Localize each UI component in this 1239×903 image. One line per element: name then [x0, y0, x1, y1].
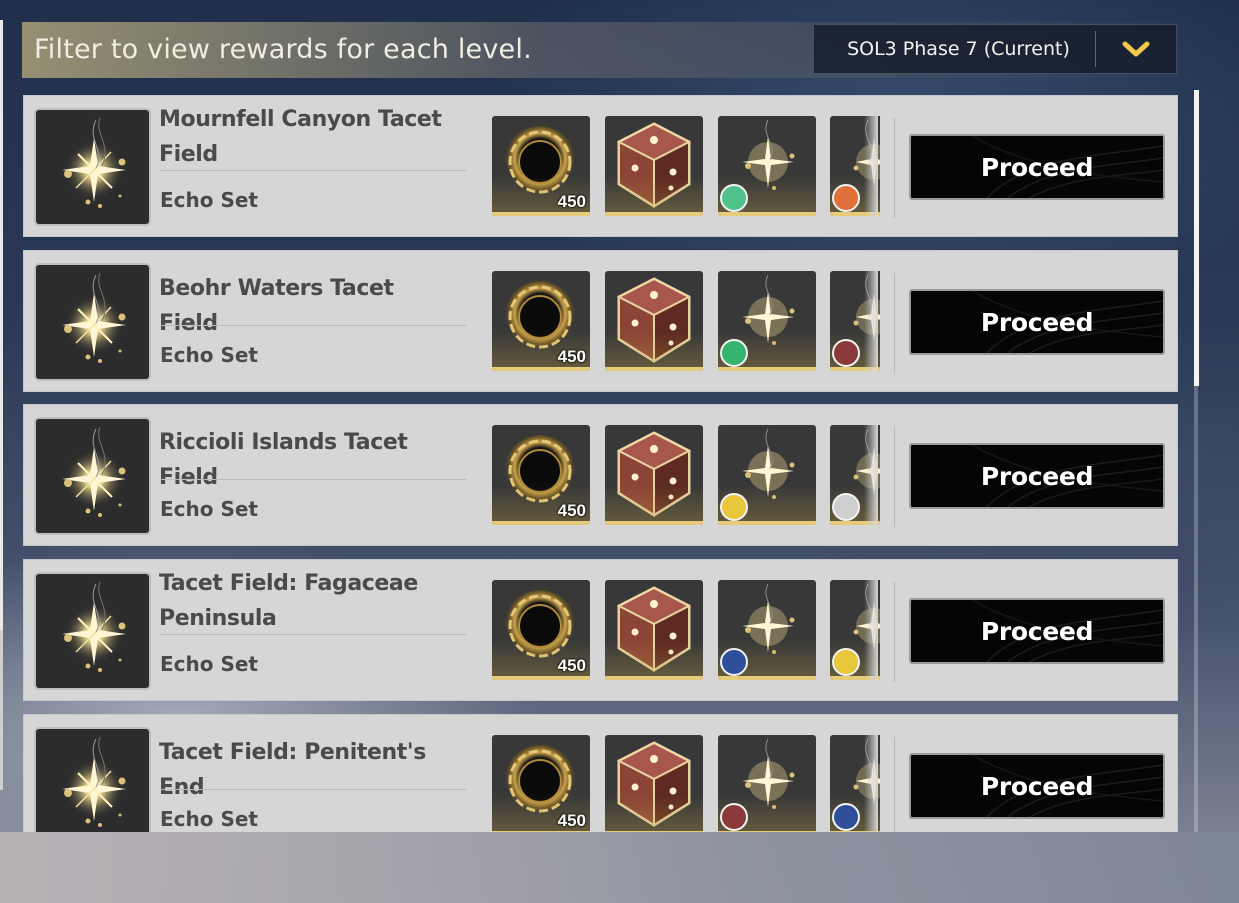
level-title: Riccioli Islands Tacet Field [159, 430, 408, 490]
proceed-button[interactable]: Proceed [909, 443, 1165, 509]
yellow-sun-badge-icon [832, 648, 860, 676]
level-divider [159, 789, 466, 790]
reward-separator [894, 273, 895, 373]
reward-glow [605, 640, 703, 680]
reward-glow [605, 331, 703, 371]
reward-glow [605, 176, 703, 216]
level-title: Mournfell Canyon Tacet Field [159, 107, 442, 167]
reward-gold-line [718, 676, 816, 680]
rewards-fade [864, 114, 878, 220]
reward-gold-line [605, 212, 703, 216]
reward-gold-line [718, 831, 816, 832]
reward-slot-echo-a[interactable] [718, 425, 816, 525]
reward-gold-line [718, 212, 816, 216]
background-haze [0, 832, 1239, 903]
reward-gold-line [492, 676, 590, 680]
reward-count: 450 [557, 347, 586, 366]
reward-count: 450 [557, 811, 586, 830]
reward-slot-echo-a[interactable] [718, 271, 816, 371]
reward-slot-exp-crystal[interactable] [605, 116, 703, 216]
reward-slot-exp-crystal[interactable] [605, 425, 703, 525]
level-row: Riccioli Islands Tacet Field Echo Set 45… [23, 404, 1178, 546]
reward-gold-line [492, 212, 590, 216]
level-row: Beohr Waters Tacet Field Echo Set 450 Pr… [23, 250, 1178, 392]
level-subtitle: Echo Set [160, 652, 258, 676]
proceed-button[interactable]: Proceed [909, 598, 1165, 664]
maroon-figure-badge-icon [720, 803, 748, 831]
reward-slot-exp-crystal[interactable] [605, 580, 703, 680]
level-title: Tacet Field: Fagaceae Peninsula [159, 571, 418, 631]
reward-count: 450 [557, 656, 586, 675]
proceed-button[interactable]: Proceed [909, 289, 1165, 355]
proceed-button-label: Proceed [980, 771, 1094, 801]
reward-slot-exp-crystal[interactable] [605, 271, 703, 371]
reward-separator [894, 118, 895, 218]
reward-slot-echo-a[interactable] [718, 580, 816, 680]
reward-slot-shell-credit[interactable]: 450 [492, 580, 590, 680]
level-subtitle: Echo Set [160, 188, 258, 212]
rewards-fade [864, 423, 878, 529]
reward-gold-line [605, 676, 703, 680]
blue-star-badge-icon [720, 648, 748, 676]
scrollbar-thumb[interactable] [1194, 90, 1199, 386]
maroon-figure-badge-icon [832, 339, 860, 367]
proceed-button-label: Proceed [980, 461, 1094, 491]
green-wind-badge-icon [720, 339, 748, 367]
proceed-button[interactable]: Proceed [909, 753, 1165, 819]
level-subtitle: Echo Set [160, 497, 258, 521]
reward-gold-line [605, 521, 703, 525]
reward-glow [605, 485, 703, 525]
proceed-button-label: Proceed [980, 307, 1094, 337]
orange-swirl-badge-icon [832, 184, 860, 212]
level-divider [159, 325, 466, 326]
level-divider [159, 170, 466, 171]
reward-gold-line [718, 367, 816, 371]
rewards-fade [864, 578, 878, 684]
proceed-button[interactable]: Proceed [909, 134, 1165, 200]
echo-sparkle-icon [34, 727, 151, 832]
echo-sparkle-icon [34, 572, 151, 690]
level-subtitle: Echo Set [160, 807, 258, 831]
reward-gold-line [605, 367, 703, 371]
reward-slot-shell-credit[interactable]: 450 [492, 735, 590, 832]
reward-gold-line [718, 521, 816, 525]
proceed-button-label: Proceed [980, 616, 1094, 646]
level-divider [159, 634, 466, 635]
reward-slot-shell-credit[interactable]: 450 [492, 425, 590, 525]
yellow-sun-badge-icon [720, 493, 748, 521]
level-row: Tacet Field: Fagaceae Peninsula Echo Set [23, 559, 1178, 701]
reward-gold-line [492, 831, 590, 832]
echo-sparkle-icon [34, 108, 151, 226]
level-divider [159, 479, 466, 480]
echo-sparkle-icon [34, 263, 151, 381]
rewards-fade [864, 269, 878, 375]
blue-star-badge-icon [832, 803, 860, 831]
reward-slot-echo-a[interactable] [718, 116, 816, 216]
reward-slot-shell-credit[interactable]: 450 [492, 271, 590, 371]
green-lotus-badge-icon [720, 184, 748, 212]
level-subtitle: Echo Set [160, 343, 258, 367]
proceed-button-label: Proceed [980, 152, 1094, 182]
reward-glow [605, 795, 703, 832]
level-title: Beohr Waters Tacet Field [159, 276, 394, 336]
reward-separator [894, 737, 895, 832]
level-row: Tacet Field: Penitent's End Echo Set 450… [23, 714, 1178, 832]
reward-gold-line [492, 521, 590, 525]
reward-slot-echo-a[interactable] [718, 735, 816, 832]
rewards-fade [864, 733, 878, 832]
reward-gold-line [492, 367, 590, 371]
echo-sparkle-icon [34, 417, 151, 535]
reward-slot-exp-crystal[interactable] [605, 735, 703, 832]
reward-gold-line [605, 831, 703, 832]
reward-slot-shell-credit[interactable]: 450 [492, 116, 590, 216]
reward-separator [894, 582, 895, 682]
reward-count: 450 [557, 192, 586, 211]
level-title: Tacet Field: Penitent's End [159, 740, 426, 800]
reward-count: 450 [557, 501, 586, 520]
white-target-badge-icon [832, 493, 860, 521]
reward-separator [894, 427, 895, 527]
level-row: Mournfell Canyon Tacet Field Echo Set 45… [23, 95, 1178, 237]
level-list: Mournfell Canyon Tacet Field Echo Set 45… [0, 0, 1239, 832]
